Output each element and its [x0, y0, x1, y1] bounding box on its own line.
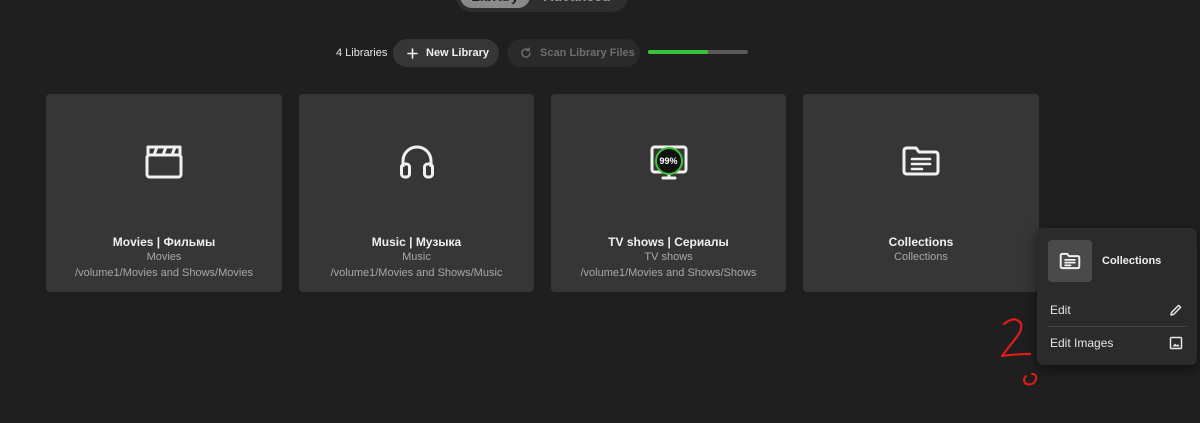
clapperboard-icon — [145, 145, 183, 179]
menu-item-edit[interactable]: Edit — [1037, 295, 1197, 325]
menu-header-icon-box — [1048, 240, 1092, 282]
scan-progress-badge: 99% — [654, 147, 683, 175]
headphones-icon — [399, 145, 434, 179]
library-card-music[interactable]: Music | Музыка Music /volume1/Movies and… — [299, 94, 534, 292]
library-card-tv-shows[interactable]: 99% TV shows | Сериалы TV shows /volume1… — [551, 94, 786, 292]
scan-progress-fill — [648, 50, 708, 54]
library-type: Collections — [894, 251, 948, 263]
new-library-button[interactable]: New Library — [393, 39, 499, 67]
image-icon — [1169, 336, 1183, 350]
pencil-icon — [1170, 304, 1182, 316]
library-title: Collections — [888, 235, 954, 249]
hand-drawn-annotation — [1000, 318, 1038, 386]
library-title: TV shows | Сериалы — [608, 235, 729, 249]
menu-title: Collections — [1102, 255, 1162, 267]
library-card-collections[interactable]: Collections Collections — [803, 94, 1039, 292]
library-count: 4 Libraries — [336, 47, 388, 59]
library-toolbar: 4 Libraries New Library Scan Library Fil… — [0, 38, 1200, 68]
library-title: Music | Музыка — [371, 235, 462, 249]
scan-library-files-button[interactable]: Scan Library Files — [507, 39, 640, 67]
library-title: Movies | Фильмы — [112, 235, 216, 249]
tv-icon-wrapper: 99% — [647, 139, 691, 183]
refresh-icon — [521, 47, 531, 58]
library-path: /volume1/Movies and Shows/Movies — [75, 267, 253, 279]
library-type: TV shows — [644, 251, 693, 263]
menu-item-label: Edit Images — [1050, 336, 1114, 350]
view-tabs: Library Advanced — [456, 0, 628, 12]
new-library-label: New Library — [426, 47, 489, 59]
collection-folder-icon — [902, 146, 940, 176]
library-type: Movies — [146, 251, 182, 263]
library-context-menu: Collections Edit Edit Images — [1037, 228, 1197, 365]
menu-item-label: Edit — [1050, 303, 1071, 317]
plus-icon — [407, 47, 418, 59]
library-type: Music — [402, 251, 431, 263]
menu-item-edit-images[interactable]: Edit Images — [1037, 328, 1197, 358]
tab-library[interactable]: Library — [460, 0, 530, 8]
library-card-movies[interactable]: Movies | Фильмы Movies /volume1/Movies a… — [46, 94, 282, 292]
menu-divider — [1047, 326, 1187, 327]
library-path: /volume1/Movies and Shows/Music — [330, 267, 503, 279]
library-path: /volume1/Movies and Shows/Shows — [580, 267, 757, 279]
scan-progress-bar — [648, 50, 748, 54]
collection-folder-icon — [1059, 252, 1081, 270]
scan-library-label: Scan Library Files — [540, 47, 635, 59]
tab-advanced[interactable]: Advanced — [534, 0, 620, 8]
